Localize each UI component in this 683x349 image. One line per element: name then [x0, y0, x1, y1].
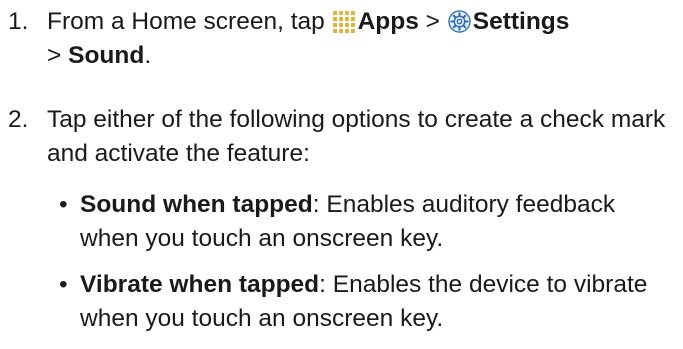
- step-text: From a Home screen, tap Apps > Settings …: [47, 5, 678, 73]
- step-number: 2.: [8, 106, 29, 133]
- option-name: Sound when tapped: [80, 191, 313, 218]
- separator: >: [418, 8, 447, 35]
- option-sound-when-tapped: • Sound when tapped: Enables auditory fe…: [59, 188, 674, 256]
- sound-label: Sound: [68, 42, 145, 69]
- option-vibrate-when-tapped: • Vibrate when tapped: Enables the devic…: [59, 268, 674, 336]
- instructions-page: 1. From a Home screen, tap Apps > Settin…: [0, 0, 683, 349]
- option-text: Sound when tapped: Enables auditory feed…: [80, 188, 674, 256]
- step-text: Tap either of the following options to c…: [47, 106, 666, 167]
- apps-grid-icon: [332, 9, 356, 33]
- step-1-end: .: [144, 42, 152, 69]
- bullet-point: •: [59, 191, 68, 218]
- bullet-point: •: [59, 271, 68, 298]
- line2-prefix: >: [47, 42, 69, 69]
- option-name: Vibrate when tapped: [80, 271, 320, 298]
- settings-label: Settings: [472, 8, 570, 35]
- option-text: Vibrate when tapped: Enables the device …: [80, 268, 674, 336]
- step-1-intro: From a Home screen, tap: [47, 8, 332, 35]
- settings-gear-icon: [448, 9, 471, 33]
- apps-label: Apps: [357, 8, 419, 35]
- step-1: 1. From a Home screen, tap Apps > Settin…: [8, 5, 678, 73]
- step-2: 2. Tap either of the following options t…: [8, 103, 678, 171]
- step-number: 1.: [8, 8, 29, 35]
